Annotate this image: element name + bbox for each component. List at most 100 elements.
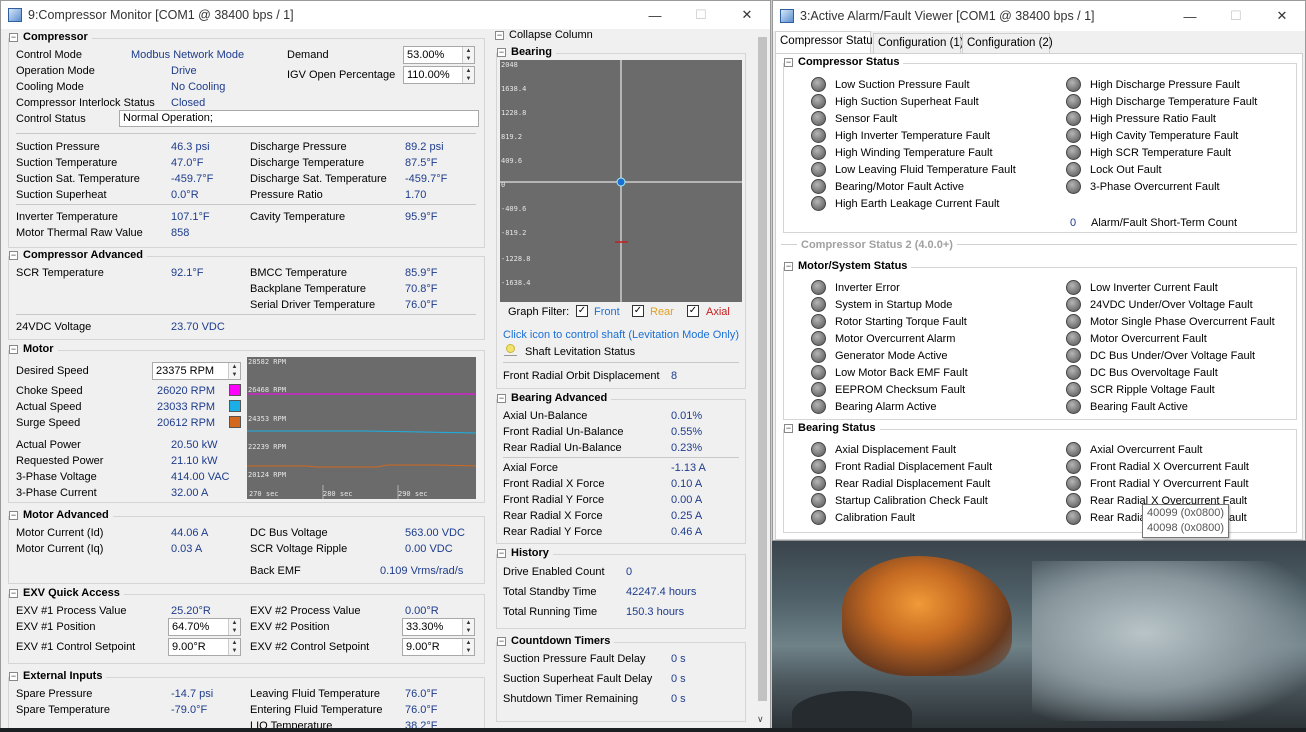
taskbar-strip [0,728,1306,732]
tab-configuration-2[interactable]: Configuration (2) [962,33,1053,53]
spin-arrows-icon[interactable]: ▲ ▼ [462,47,474,63]
actual-speed-value: 23033 RPM [157,401,216,413]
exv2-pv-label: EXV #2 Process Value [250,605,361,617]
compressor-status-header[interactable]: − Compressor Status [784,56,904,68]
scroll-thumb[interactable] [758,37,767,701]
spin-arrows-icon[interactable]: ▲ ▼ [462,639,474,655]
scr-temp-label: SCR Temperature [16,267,104,279]
collapse-toggle-icon[interactable]: − [497,636,506,646]
compressor-group-header[interactable]: − Compressor [9,31,92,43]
minimize-button[interactable]: — [632,1,678,29]
demand-stepper[interactable]: 53.00% ▲ ▼ [403,46,475,64]
exv1-sp-value: 9.00°R [172,641,206,653]
discharge-temp-label: Discharge Temperature [250,157,365,169]
rear-filter-checkbox[interactable]: ✓ [632,305,644,317]
drive-count-label: Drive Enabled Count [503,566,605,578]
close-button[interactable]: ✕ [724,1,770,29]
bearing-status-header[interactable]: − Bearing Status [784,422,880,434]
collapse-column-toggle[interactable]: − Collapse Column [495,28,593,42]
collapse-toggle-icon[interactable]: − [784,57,793,67]
collapse-toggle-icon[interactable]: − [495,31,504,40]
fault-label: Sensor Fault [835,113,898,125]
igv-value: 110.00% [407,69,450,81]
bearing-orbit-graph[interactable]: 2048 1638.4 1228.8 819.2 409.6 0 -409.6 … [500,60,742,302]
suction-delay-label: Suction Pressure Fault Delay [503,653,646,665]
collapse-toggle-icon[interactable]: − [9,510,18,520]
spin-arrows-icon[interactable]: ▲ ▼ [228,619,240,635]
exv1-sp-stepper[interactable]: 9.00°R ▲ ▼ [168,638,241,656]
actual-color-swatch[interactable] [229,400,241,412]
history-header[interactable]: − History [497,547,553,559]
exv2-pv-value: 0.00°R [405,605,439,617]
collapse-toggle-icon[interactable]: − [9,671,18,681]
compressor-status-2-header[interactable]: Compressor Status 2 (4.0.0+) [797,238,957,252]
collapse-toggle-icon[interactable]: − [784,261,793,271]
exv1-pos-stepper[interactable]: 64.70% ▲ ▼ [168,618,241,636]
bearing-header[interactable]: − Bearing [497,46,556,58]
front-orbit-marker [616,177,626,187]
fault-label: High Cavity Temperature Fault [1090,130,1239,142]
bearing-advanced-header[interactable]: − Bearing Advanced [497,392,612,404]
vertical-scrollbar[interactable]: ∨ [755,29,770,731]
external-inputs-header[interactable]: − External Inputs [9,670,107,682]
exv-header[interactable]: − EXV Quick Access [9,587,124,599]
spin-arrows-icon[interactable]: ▲ ▼ [228,363,240,379]
collapse-toggle-icon[interactable]: − [784,423,793,433]
axial-force-label: Axial Force [503,462,559,474]
app-icon [8,8,22,22]
motor-current-iq-value: 0.03 A [171,543,203,555]
y-tick-label: 819.2 [501,133,523,141]
collapse-toggle-icon[interactable]: − [497,548,506,558]
collapse-toggle-icon[interactable]: − [497,393,506,403]
fault-indicator-icon [1066,382,1081,397]
phase-current-value: 32.00 A [171,487,209,499]
front-y-force-value: 0.00 A [671,494,703,506]
countdown-header[interactable]: − Countdown Timers [497,635,615,647]
control-shaft-hint-link[interactable]: Click icon to control shaft (Levitation … [503,328,739,342]
control-mode-value: Modbus Network Mode [131,49,245,61]
scroll-down-arrow-icon[interactable]: ∨ [757,714,764,725]
exv2-pos-stepper[interactable]: 33.30% ▲ ▼ [402,618,475,636]
spare-pressure-label: Spare Pressure [16,688,93,700]
choke-color-swatch[interactable] [229,384,241,396]
motor-header[interactable]: − Motor [9,343,58,355]
collapse-toggle-icon[interactable]: − [497,47,506,57]
y-tick-label: 1228.8 [501,109,527,117]
superheat-delay-label: Suction Superheat Fault Delay [503,673,653,685]
collapse-toggle-icon[interactable]: − [9,344,18,354]
spin-arrows-icon[interactable]: ▲ ▼ [462,67,474,83]
igv-stepper[interactable]: 110.00% ▲ ▼ [403,66,475,84]
tab-compressor-status[interactable]: Compressor Status [775,31,878,53]
axial-filter-checkbox[interactable]: ✓ [687,305,699,317]
collapse-toggle-icon[interactable]: − [9,250,18,260]
motor-speed-graph[interactable]: 28582 RPM 26468 RPM 24353 RPM 22239 RPM … [247,357,476,499]
inverter-temp-value: 107.1°F [171,211,210,223]
desired-speed-stepper[interactable]: 23375 RPM ▲ ▼ [152,362,241,380]
collapse-toggle-icon[interactable]: − [9,32,18,42]
compressor-advanced-header[interactable]: − Compressor Advanced [9,249,148,261]
motor-advanced-header[interactable]: − Motor Advanced [9,509,113,521]
maximize-button[interactable]: ☐ [678,1,724,29]
tab-configuration-1[interactable]: Configuration (1) [873,33,964,53]
collapse-toggle-icon[interactable]: − [9,588,18,598]
compressor-monitor-titlebar[interactable]: 9:Compressor Monitor [COM1 @ 38400 bps /… [1,1,770,29]
minimize-button[interactable]: — [1167,2,1213,30]
close-button[interactable]: ✕ [1259,2,1305,30]
motor-system-header[interactable]: − Motor/System Status [784,260,912,272]
backplane-value: 70.8°F [405,283,438,295]
pressure-ratio-value: 1.70 [405,189,427,201]
maximize-button[interactable]: ☐ [1213,2,1259,30]
fault-label: Axial Displacement Fault [835,444,957,456]
suction-temp-value: 47.0°F [171,157,204,169]
requested-power-value: 21.10 kW [171,455,218,467]
front-filter-checkbox[interactable]: ✓ [576,305,588,317]
alarm-viewer-titlebar[interactable]: 3:Active Alarm/Fault Viewer [COM1 @ 3840… [773,1,1305,31]
y-tick-label: 409.6 [501,157,523,165]
spin-arrows-icon[interactable]: ▲ ▼ [228,639,240,655]
surge-color-swatch[interactable] [229,416,241,428]
fault-label: High Winding Temperature Fault [835,147,993,159]
levitation-status-icon[interactable] [506,344,515,353]
spin-arrows-icon[interactable]: ▲ ▼ [462,619,474,635]
exv2-sp-stepper[interactable]: 9.00°R ▲ ▼ [402,638,475,656]
axial-unbalance-value: 0.01% [671,410,703,422]
